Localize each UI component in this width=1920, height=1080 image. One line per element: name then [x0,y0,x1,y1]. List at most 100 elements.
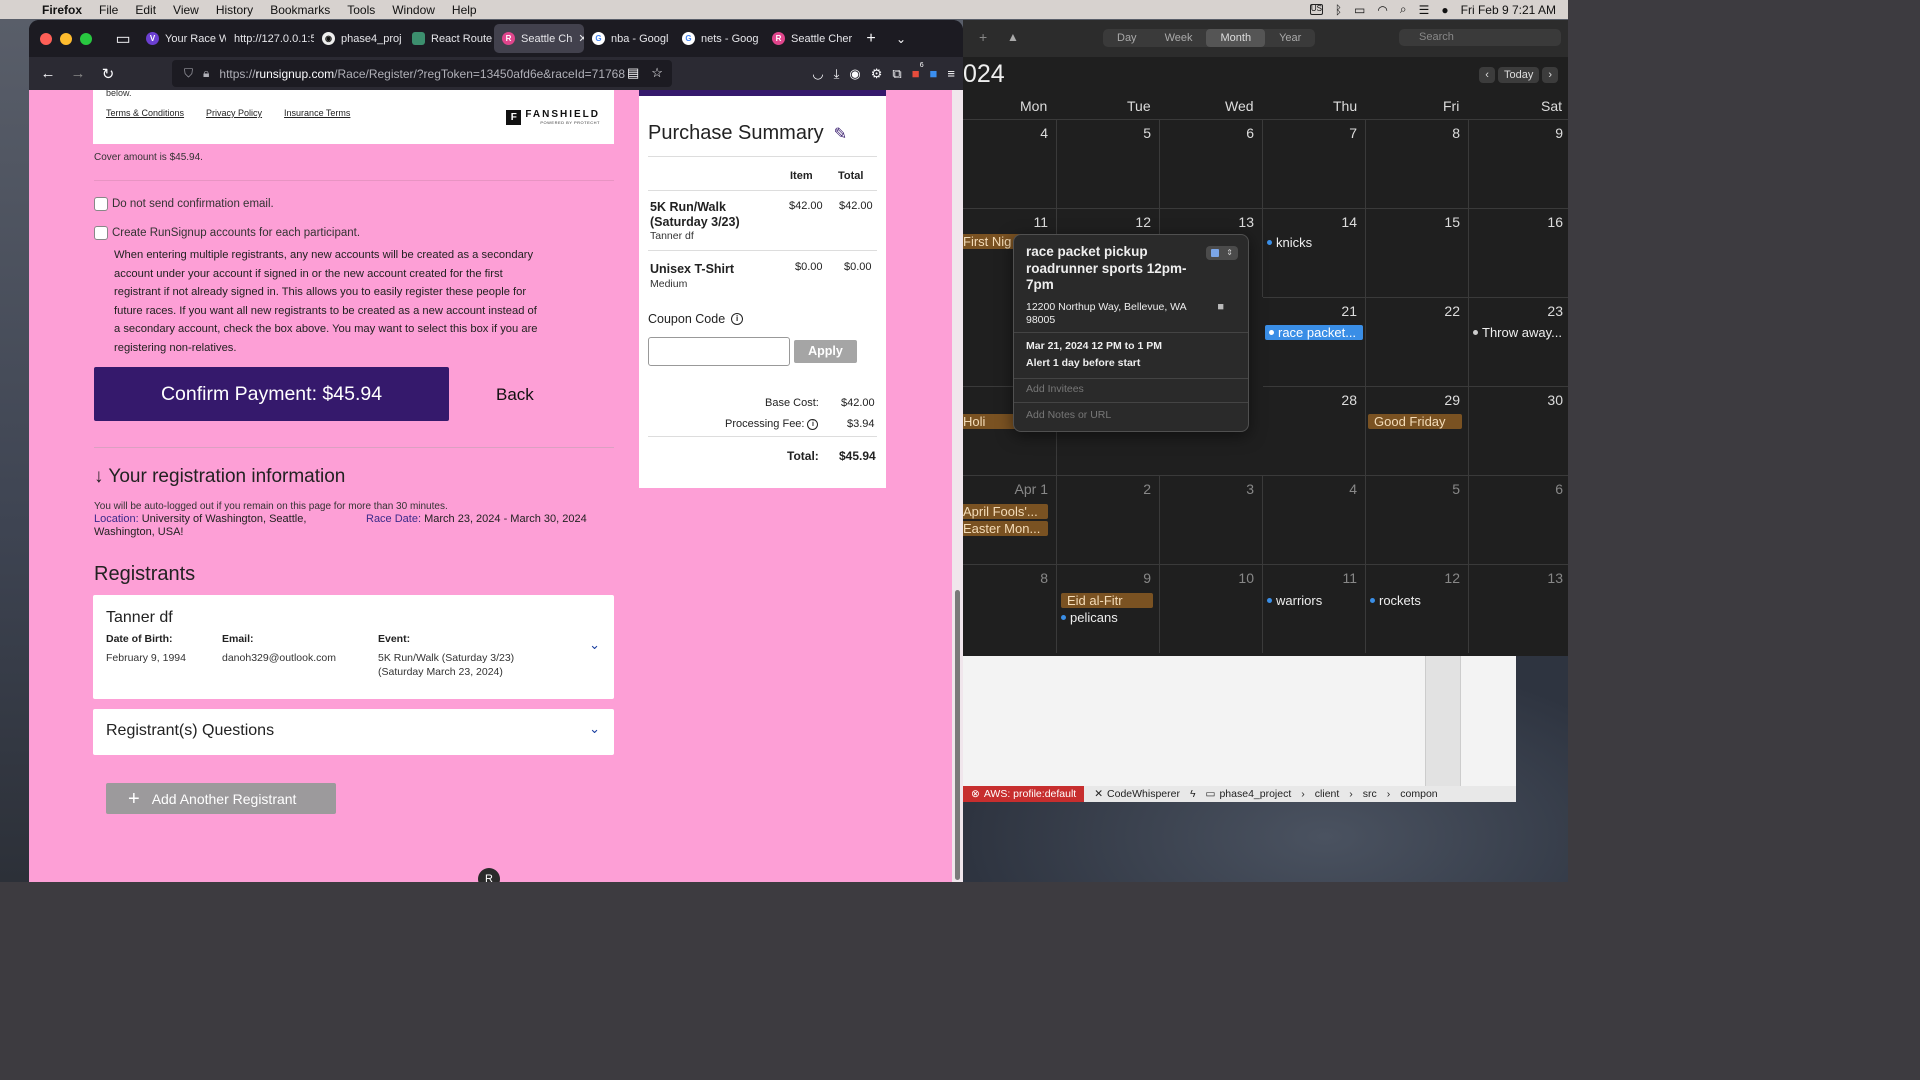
calendar-event[interactable]: Eid al-Fitr [1061,593,1153,608]
event-date-time[interactable]: Mar 21, 2024 12 PM to 1 PM [1026,340,1162,352]
day-cell[interactable]: 9 Eid al-Fitr pelicans [1057,564,1160,653]
account-icon[interactable]: ◉ [849,66,860,82]
calendar-event[interactable]: rockets [1368,593,1466,608]
page-scrollbar[interactable] [952,90,963,882]
calendar-event[interactable]: pelicans [1059,610,1157,625]
bookmark-star-icon[interactable]: ☆ [651,65,663,81]
tab-overview-icon[interactable]: ▭ [108,29,138,49]
privacy-link[interactable]: Privacy Policy [206,108,262,118]
breadcrumb-client[interactable]: client [1315,788,1340,800]
browser-tab[interactable]: R Seattle Cher [764,24,856,53]
menu-window[interactable]: Window [392,3,435,17]
view-week[interactable]: Week [1151,29,1207,47]
control-center-icon[interactable]: ☰ [1419,3,1430,17]
info-icon[interactable]: i [807,418,819,430]
list-tabs-icon[interactable]: ⌄ [886,32,916,46]
hamburger-menu-icon[interactable]: ≡ [947,66,955,81]
add-registrant-button[interactable]: + Add Another Registrant [106,783,336,814]
scrollbar-thumb[interactable] [955,590,960,880]
day-cell[interactable]: 5 [1057,119,1160,208]
event-popup-title[interactable]: race packet pickup roadrunner sports 12p… [1026,244,1206,294]
day-cell[interactable]: 3 [1160,475,1263,564]
day-cell[interactable]: Apr 1 April Fools'... Easter Mon... [963,475,1057,564]
day-cell[interactable]: 13 [1469,564,1568,653]
pocket-icon[interactable]: ◡ [812,66,823,82]
bluetooth-icon[interactable]: ᛒ [1335,3,1342,17]
day-cell[interactable]: 7 [1263,119,1366,208]
alert-icon[interactable]: ▲ [1007,30,1019,44]
chevron-down-icon[interactable]: ⌄ [589,721,600,737]
calendar-event[interactable]: Good Friday [1368,414,1462,429]
browser-tab[interactable]: V Your Race W [138,24,226,53]
calendar-event[interactable]: knicks [1265,235,1363,250]
edit-icon[interactable]: ✎ [834,124,847,144]
browser-tab[interactable]: http://127.0.0.1:5 [226,24,314,53]
close-window-button[interactable] [40,32,52,45]
registrant-questions-card[interactable]: Registrant(s) Questions ⌄ [93,709,614,755]
day-cell[interactable]: 6 [1160,119,1263,208]
reader-view-icon[interactable]: ▤ [627,65,639,81]
insurance-terms-link[interactable]: Insurance Terms [284,108,350,118]
battery-icon[interactable]: ▭ [1354,3,1365,17]
browser-tab[interactable]: Gnba - Googl [584,24,674,53]
chevron-down-icon[interactable]: ⌄ [589,637,600,653]
menu-bookmarks[interactable]: Bookmarks [270,3,330,17]
forward-arrow-icon[interactable]: → [63,65,93,82]
minimize-window-button[interactable] [60,32,72,45]
breadcrumb-src[interactable]: src [1363,788,1377,800]
selected-calendar-event[interactable]: race packet... [1265,325,1363,340]
calendar-event[interactable]: Throw away... [1471,325,1568,340]
add-event-icon[interactable]: + [979,29,987,45]
reload-icon[interactable]: ↻ [93,65,123,83]
back-button[interactable]: Back [496,385,534,405]
shield-icon[interactable]: ⛉ [184,66,193,81]
lightning-icon[interactable]: ϟ [1190,788,1196,800]
day-cell[interactable]: 8 [1366,119,1469,208]
calendar-event[interactable]: April Fools'... [963,504,1048,519]
day-cell[interactable]: 12 rockets [1366,564,1469,653]
day-cell[interactable]: 4 [963,119,1057,208]
confirm-payment-button[interactable]: Confirm Payment: $45.94 [94,367,449,421]
day-cell[interactable]: 8 [963,564,1057,653]
create-accounts-checkbox-row[interactable]: Create RunSignup accounts for each parti… [94,226,360,240]
siri-icon[interactable]: ● [1441,3,1448,17]
new-tab-icon[interactable]: + [856,30,886,48]
browser-tab[interactable]: ◉ phase4_proj [314,24,404,53]
menu-edit[interactable]: Edit [135,3,156,17]
menu-history[interactable]: History [216,3,253,17]
wifi-icon[interactable]: ◠ [1377,3,1387,17]
menu-app-name[interactable]: Firefox [42,3,82,17]
breadcrumb-components[interactable]: compon [1400,788,1437,800]
menu-help[interactable]: Help [452,3,477,17]
day-cell[interactable]: 23 Throw away... [1469,297,1568,386]
day-cell[interactable]: 10 [1160,564,1263,653]
day-cell[interactable]: 30 [1469,386,1568,475]
input-source-icon[interactable]: US [1309,4,1323,15]
codewhisperer-status[interactable]: ✕ CodeWhisperer [1094,788,1180,800]
extensions-icon[interactable]: ⧉ [892,66,901,82]
info-icon[interactable]: i [731,313,744,325]
no-confirmation-checkbox[interactable] [94,197,108,211]
event-alert[interactable]: Alert 1 day before start [1026,357,1140,369]
add-notes-field[interactable]: Add Notes or URL [1026,409,1111,421]
day-cell[interactable]: 28 [1263,386,1366,475]
day-cell[interactable]: 29 Good Friday [1366,386,1469,475]
menu-file[interactable]: File [99,3,118,17]
day-cell[interactable]: 9 [1469,119,1568,208]
terms-link[interactable]: Terms & Conditions [106,108,184,118]
view-day[interactable]: Day [1103,29,1151,47]
menu-tools[interactable]: Tools [347,3,375,17]
view-year[interactable]: Year [1265,29,1315,47]
aws-profile-status[interactable]: ⊗ AWS: profile:default [963,786,1085,802]
coupon-code-input[interactable] [648,337,790,366]
day-cell[interactable]: 21 race packet... [1263,297,1366,386]
calendar-event[interactable]: Easter Mon... [963,521,1048,536]
menu-view[interactable]: View [173,3,199,17]
day-cell[interactable]: 4 [1263,475,1366,564]
calendar-event[interactable]: warriors [1265,593,1363,608]
apply-coupon-button[interactable]: Apply [794,340,857,363]
calendar-color-picker[interactable]: ⇕ [1206,246,1238,260]
breadcrumb-project[interactable]: ▭ phase4_project [1206,788,1292,800]
day-cell[interactable]: 22 [1366,297,1469,386]
day-cell[interactable]: 16 [1469,208,1568,297]
